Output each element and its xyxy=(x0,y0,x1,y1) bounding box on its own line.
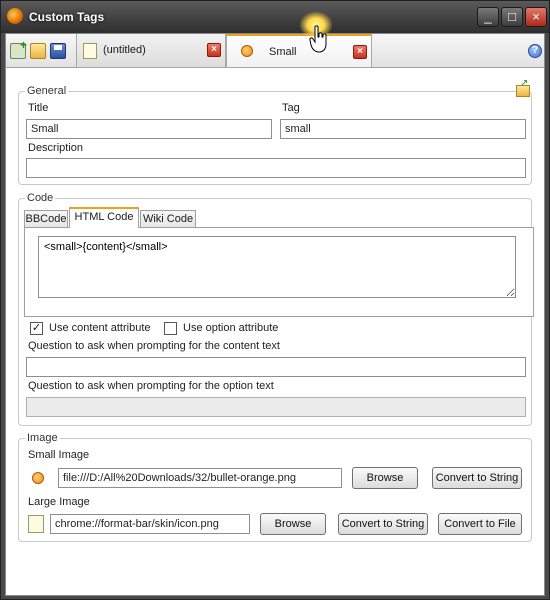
code-panel: <small>{content}</small> xyxy=(24,227,534,317)
html-code-textarea[interactable]: <small>{content}</small> xyxy=(38,236,516,298)
convert-large-to-file-button[interactable]: Convert to File xyxy=(438,513,522,535)
tag-label: Tag xyxy=(282,102,300,114)
use-content-checkbox[interactable]: ✓ xyxy=(30,322,43,335)
new-tag-icon[interactable] xyxy=(10,38,27,59)
use-option-label: Use option attribute xyxy=(183,322,279,334)
tab-untitled[interactable]: (untitled) × xyxy=(76,34,226,68)
title-input[interactable] xyxy=(26,119,272,139)
firefox-icon xyxy=(7,8,23,24)
bullet-orange-icon xyxy=(32,472,44,484)
export-icon[interactable] xyxy=(516,78,530,97)
browse-small-button[interactable]: Browse xyxy=(352,467,418,489)
title-label: Title xyxy=(28,102,49,114)
pencil-icon xyxy=(83,43,97,59)
tab-bbcode[interactable]: BBCode xyxy=(24,210,68,228)
tab-wiki-code[interactable]: Wiki Code xyxy=(140,210,196,228)
custom-tags-window: Custom Tags _ □ × (untitled) × Small × ?… xyxy=(0,0,550,600)
group-title-image: Image xyxy=(25,432,60,444)
close-window-button[interactable]: × xyxy=(525,7,547,27)
title-bar[interactable]: Custom Tags _ □ × xyxy=(1,1,549,33)
client-area: (untitled) × Small × ? General Title Tag… xyxy=(5,33,545,596)
bullet-orange-icon xyxy=(241,45,253,57)
close-tab-icon[interactable]: × xyxy=(207,43,221,57)
large-image-path-input[interactable] xyxy=(50,514,250,534)
option-question-input xyxy=(26,397,526,417)
use-option-checkbox[interactable] xyxy=(164,322,177,335)
description-input[interactable] xyxy=(26,158,526,178)
content-question-input[interactable] xyxy=(26,357,526,377)
small-image-path-input[interactable] xyxy=(58,468,342,488)
description-label: Description xyxy=(28,142,84,154)
tab-label: (untitled) xyxy=(103,44,146,56)
help-icon[interactable]: ? xyxy=(528,44,542,58)
tab-small[interactable]: Small × xyxy=(226,34,372,68)
large-image-label: Large Image xyxy=(28,496,90,508)
tab-label: Small xyxy=(269,46,297,58)
group-title-code: Code xyxy=(25,192,56,204)
toolbar: (untitled) × Small × ? xyxy=(6,34,544,68)
group-title-general: General xyxy=(25,85,69,97)
open-folder-icon[interactable] xyxy=(30,43,46,59)
maximize-button[interactable]: □ xyxy=(501,7,523,27)
pencil-icon xyxy=(28,515,44,533)
tag-input[interactable] xyxy=(280,119,526,139)
hand-cursor-icon xyxy=(309,25,327,53)
close-tab-icon[interactable]: × xyxy=(353,45,367,59)
minimize-button[interactable]: _ xyxy=(477,7,499,27)
option-question-label: Question to ask when prompting for the o… xyxy=(28,380,274,392)
browse-large-button[interactable]: Browse xyxy=(260,513,326,535)
window-title: Custom Tags xyxy=(29,10,105,24)
save-icon[interactable] xyxy=(50,43,66,59)
use-content-label: Use content attribute xyxy=(49,322,151,334)
tab-html-code[interactable]: HTML Code xyxy=(69,207,139,228)
convert-small-to-string-button[interactable]: Convert to String xyxy=(432,467,522,489)
small-image-label: Small Image xyxy=(28,449,90,461)
content-question-label: Question to ask when prompting for the c… xyxy=(28,340,280,352)
convert-large-to-string-button[interactable]: Convert to String xyxy=(338,513,428,535)
